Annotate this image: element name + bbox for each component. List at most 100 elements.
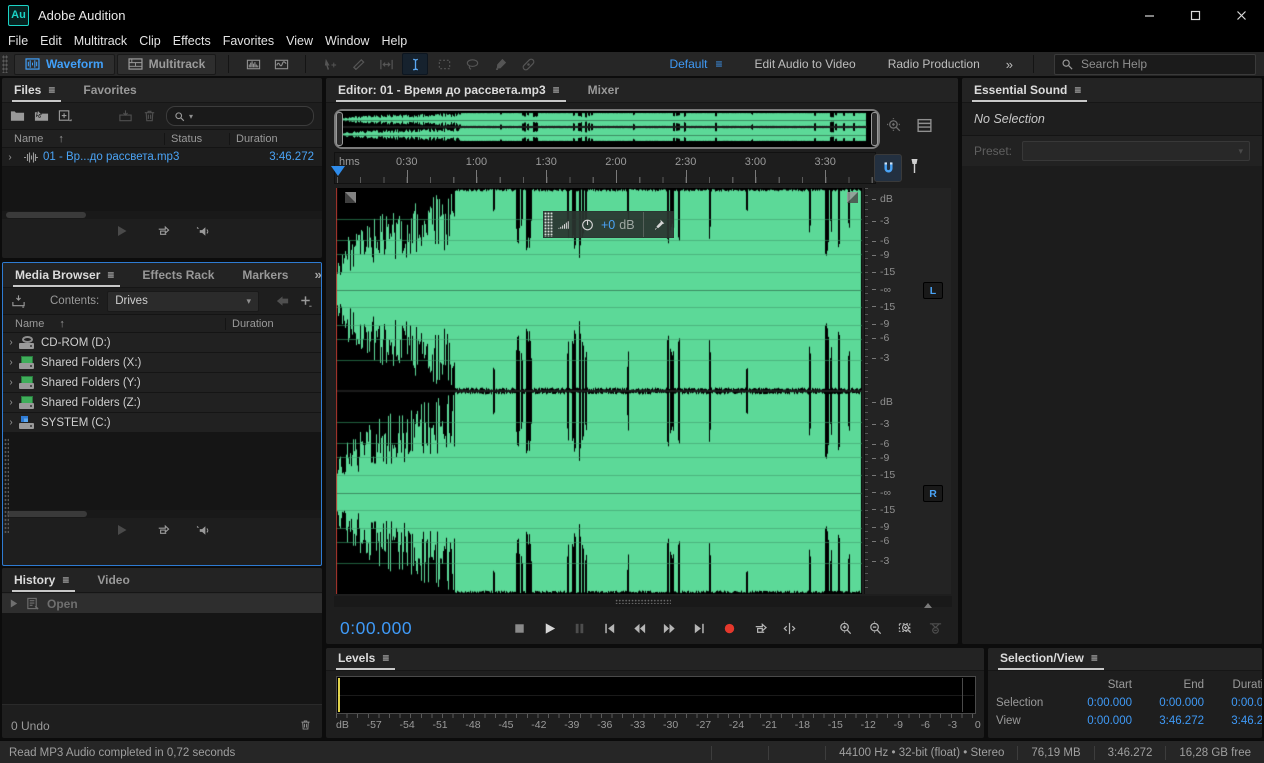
tab-selection-view[interactable]: Selection/View≡ [998,651,1110,670]
drive-row[interactable]: › Shared Folders (Y:) [3,373,321,393]
menu-item[interactable]: View [286,34,324,48]
skip-to-end-button[interactable] [688,617,710,639]
menu-item[interactable]: Edit [40,34,73,48]
skip-selection-button[interactable] [778,617,800,639]
preset-dropdown[interactable]: ▾ [1022,141,1250,161]
selection-start-value[interactable]: 0:00.000 [1058,697,1132,709]
contents-dropdown[interactable]: Drives ▾ [107,291,259,312]
stop-button[interactable] [508,617,530,639]
panel-menu-icon[interactable]: ≡ [107,268,114,282]
media-horizontal-scrollbar[interactable] [3,510,321,518]
snap-toggle-button[interactable] [874,154,902,182]
paintbrush-tool-button[interactable] [488,54,512,74]
menu-item[interactable]: Help [381,34,418,48]
waveform-display-button[interactable] [241,54,265,74]
menu-item[interactable]: File [8,34,39,48]
files-search-box[interactable]: ▾ [166,106,314,126]
lasso-selection-tool-button[interactable] [460,54,484,74]
slip-tool-button[interactable] [374,54,398,74]
tab-video[interactable]: Video [95,573,141,592]
file-row[interactable]: › 01 - Вр...до рассвета.mp3 3:46.272 [2,148,322,167]
play-button[interactable] [538,617,560,639]
toolbar-grip[interactable] [2,55,8,73]
zoom-to-selection-button[interactable] [894,617,916,639]
overview-right-handle[interactable] [871,112,878,146]
column-duration[interactable]: Duration [225,318,280,330]
waveform-display[interactable]: +0 dB [336,188,862,594]
menu-item[interactable]: Effects [173,34,222,48]
view-end-value[interactable]: 3:46.272 [1132,715,1204,727]
tab-favorites[interactable]: Favorites [81,83,148,102]
delete-file-button[interactable] [142,109,157,123]
expand-chevron-icon[interactable]: › [3,337,19,348]
fade-in-handle[interactable] [345,192,356,203]
back-button[interactable] [275,294,290,308]
workspace-menu-icon[interactable]: ≡ [715,57,722,71]
history-item-open[interactable]: Open [2,594,322,613]
column-name[interactable]: Name ↑ [2,133,164,145]
spectral-display-button[interactable] [269,54,293,74]
drive-row[interactable]: › CD-ROM (D:) [3,333,321,353]
overview-waveform[interactable] [343,112,867,142]
multitrack-mode-button[interactable]: Multitrack [117,54,217,75]
hud-drag-handle[interactable] [544,212,553,237]
expand-chevron-icon[interactable]: › [3,377,19,388]
preview-loop-button[interactable] [155,224,170,241]
expand-chevron-icon[interactable]: › [3,397,19,408]
menu-item[interactable]: Window [325,34,380,48]
playhead-marker-icon[interactable] [331,166,345,183]
timeline-ruler[interactable]: hms 0:301:001:302:002:303:003:30 [334,152,876,184]
tab-files[interactable]: Files≡ [12,83,67,102]
left-channel-badge[interactable]: L [923,282,943,299]
panel-menu-icon[interactable]: ≡ [553,83,560,97]
skip-to-start-button[interactable] [598,617,620,639]
zoom-in-button[interactable] [834,617,856,639]
editor-options-list-icon[interactable] [916,117,933,137]
panel-resize-grip[interactable] [4,438,9,533]
batch-export-button[interactable] [118,109,133,123]
panel-menu-icon[interactable]: ≡ [1091,651,1098,665]
volume-hud[interactable]: +0 dB [543,211,674,238]
column-name[interactable]: Name ↑ [3,318,225,330]
preview-play-button[interactable] [114,523,129,540]
waveform-canvas[interactable] [336,188,862,594]
new-item-button[interactable] [58,109,73,123]
zoom-full-button[interactable] [886,117,903,137]
gain-knob-icon[interactable] [580,218,595,232]
pause-button[interactable] [568,617,590,639]
add-shortcut-button[interactable] [298,294,313,308]
tab-markers[interactable]: Markers [240,268,300,287]
amplitude-ruler[interactable]: dB-3-6-9-15-∞-15-9-6-3dB-3-6-9-15-∞-15-9… [864,188,951,594]
marquee-selection-tool-button[interactable] [432,54,456,74]
open-file-button[interactable] [10,109,25,123]
import-media-button[interactable] [11,294,26,308]
panel-menu-icon[interactable]: ≡ [62,573,69,587]
fade-out-handle[interactable] [847,192,858,203]
timecode-display[interactable]: 0:00.000 [340,618,412,639]
drive-row[interactable]: › Shared Folders (Z:) [3,393,321,413]
panel-menu-icon[interactable]: ≡ [1074,83,1081,97]
razor-tool-button[interactable] [346,54,370,74]
loop-playback-button[interactable] [748,617,770,639]
expand-chevron-icon[interactable]: › [3,417,19,428]
fast-forward-button[interactable] [658,617,680,639]
time-selection-tool-button[interactable] [402,53,428,75]
panel-menu-icon[interactable]: ≡ [48,83,55,97]
view-start-value[interactable]: 0:00.000 [1058,715,1132,727]
tabs-overflow-icon[interactable]: » [314,267,322,287]
ruler-collapse-icon[interactable] [924,599,932,608]
move-tool-button[interactable] [318,54,342,74]
zoom-out-button[interactable] [864,617,886,639]
column-duration[interactable]: Duration [229,133,284,145]
workspace-overflow-icon[interactable]: » [1006,57,1013,72]
hud-gain-value[interactable]: +0 [601,218,615,232]
editor-horizontal-scrollbar[interactable] [334,596,952,607]
overview-left-handle[interactable] [336,112,343,146]
selection-end-value[interactable]: 0:00.000 [1132,697,1204,709]
close-button[interactable] [1218,0,1264,30]
workspace-default[interactable]: Default≡ [669,57,722,71]
preview-audition-speaker-button[interactable] [196,224,211,241]
view-duration-value[interactable]: 3:46.272 [1204,715,1262,727]
rewind-button[interactable] [628,617,650,639]
tab-history[interactable]: History≡ [12,573,81,592]
